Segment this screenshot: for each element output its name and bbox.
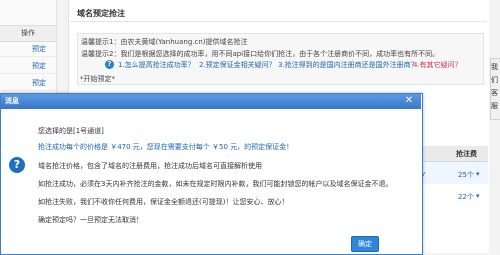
table-header-bar [418, 146, 488, 162]
faq-link-4[interactable]: 4.有其它疑问？ [413, 60, 462, 70]
fee-column-header: 抢注费 [456, 150, 477, 158]
dialog-info-line-2: 如抢注成功，必须在3天内补齐抢注的金款，如未在规定时限内补款，我们可能封锁您的帐… [38, 180, 393, 188]
operation-header: 操作 [0, 25, 56, 42]
dialog-channel-line: 您选择的是[1号通道] [38, 127, 104, 135]
dialog-title: 消息 [5, 97, 19, 105]
page-title: 域名预定抢注 [77, 9, 125, 18]
start-reserve-label: *开始预定* [80, 75, 115, 83]
dialog-price-line: 抢注成功每个的价格是 ￥470 元，您现在需要支付每个 ￥50 元，的预定保证金… [38, 143, 294, 151]
tip-2: 温馨提示2：我们是根据您选择的成功率，用不同api接口给你们抢注，由于各个注册商… [81, 50, 440, 58]
title-divider [70, 21, 486, 22]
dialog-info-line-1: 域名抢注价格，包含了域名的注册费用，抢注成功后域名可直接解析使用 [38, 162, 262, 170]
message-dialog [0, 93, 423, 255]
chevron-down-icon[interactable]: ▾ [476, 192, 480, 200]
reserve-link-3[interactable]: 预定 [0, 75, 56, 91]
tab-char-3: 客 [491, 89, 498, 97]
reserve-link-1[interactable]: 预定 [0, 41, 56, 57]
dialog-confirm-line: 确定预定吗？一旦预定无法取消！ [38, 216, 143, 224]
question-icon: ? [9, 157, 25, 173]
row-fee-2: 22个 [458, 193, 474, 201]
faq-link-1[interactable]: 1.怎么提高抢注成功率？ [118, 60, 195, 70]
right-strip [489, 0, 500, 253]
dialog-header [1, 94, 421, 109]
row-fee-1: 25个 [458, 171, 474, 179]
reserve-link-2[interactable]: 预定 [0, 58, 56, 74]
faq-link-2[interactable]: 2.预定保证金相关疑问？ [199, 60, 276, 70]
faq-link-3[interactable]: 3.抢注得到的是国内注册商还是国外注册商？ [278, 60, 418, 70]
tab-char-4: 服 [491, 102, 498, 110]
chevron-down-icon[interactable]: ▾ [476, 170, 480, 178]
dialog-info-line-3: 如抢注失败，我们不收你任何费用，保证金全额退还(可提现)！让您安心、放心！ [38, 198, 289, 206]
close-icon[interactable]: ✕ [403, 95, 415, 107]
tip-1: 温馨提示1：由农夫黄域(Yanhuang.cn)提供域名抢注 [81, 38, 248, 46]
confirm-button[interactable]: 确定 [351, 236, 379, 252]
help-icon: ? [105, 60, 114, 69]
tab-char-2: 们 [491, 76, 498, 84]
tab-char-1: 我 [491, 63, 498, 71]
